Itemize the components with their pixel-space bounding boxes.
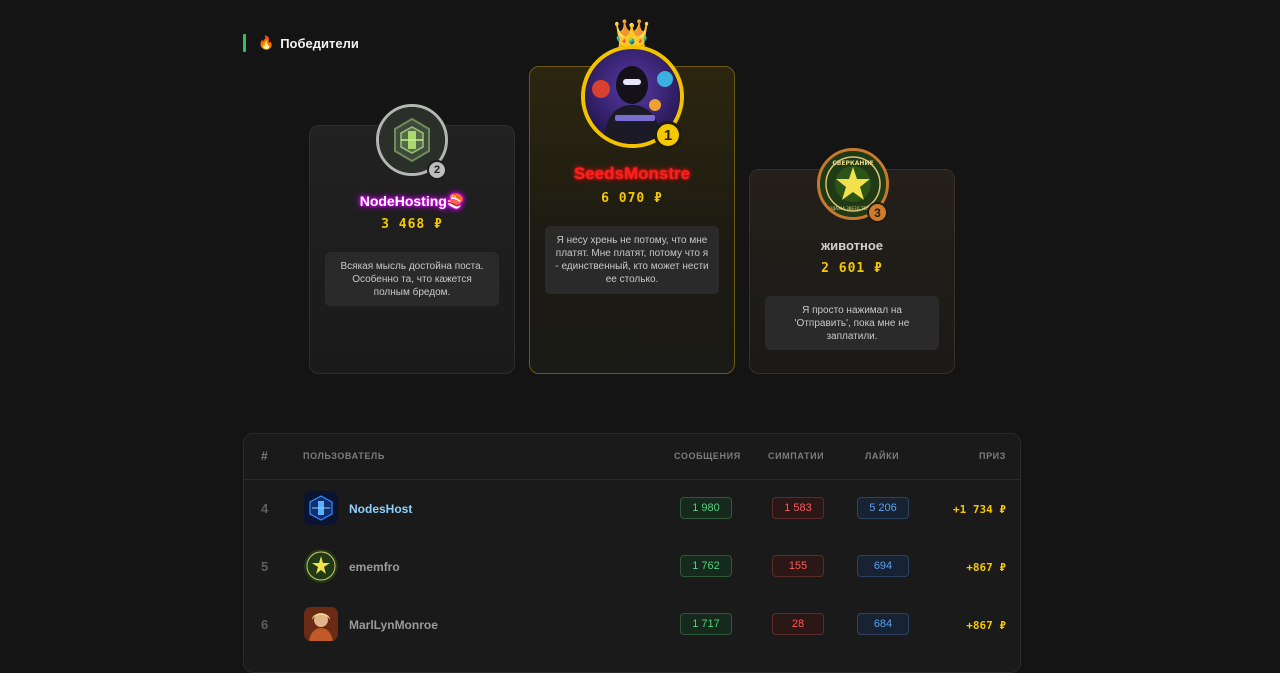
rank-badge-second: 2 (427, 160, 447, 180)
winner-prize-second: 3 468 ₽ (381, 217, 443, 232)
messages-pill: 1 980 (680, 497, 732, 519)
user-avatar[interactable] (304, 549, 338, 583)
winner-quote-third-text: Я просто нажимал на 'Отправить', пока мн… (794, 304, 910, 342)
header-prize: ПРИЗ (979, 451, 1006, 461)
winner-name-first[interactable]: SeedsMonstre (529, 164, 735, 184)
winner-prize-third: 2 601 ₽ (821, 261, 883, 276)
table-row[interactable]: 5 ememfro 1 762 155 694 +867 ₽ (244, 537, 1020, 595)
section-title: 🔥 Победители (243, 34, 359, 52)
winner-name-second[interactable]: NodeHosting🍣 (309, 193, 515, 210)
row-prize: +867 ₽ (966, 561, 1006, 574)
sympathies-pill: 155 (772, 555, 824, 577)
messages-pill: 1 762 (680, 555, 732, 577)
header-sympathies: СИМПАТИИ (768, 451, 825, 461)
user-name[interactable]: NodesHost (349, 502, 412, 516)
winner-quote-second-text: Всякая мысль достойна поста. Особенно та… (340, 260, 484, 298)
row-rank: 4 (261, 501, 269, 516)
user-name[interactable]: ememfro (349, 560, 400, 574)
row-rank: 6 (261, 617, 269, 632)
rank-badge-third: 3 (867, 202, 888, 223)
header-likes: ЛАЙКИ (865, 451, 900, 461)
header-rank: # (261, 449, 269, 463)
header-user: ПОЛЬЗОВАТЕЛЬ (303, 451, 385, 461)
likes-pill: 5 206 (857, 497, 909, 519)
winner-prize-first: 6 070 ₽ (601, 191, 663, 206)
winner-name-third[interactable]: животное (749, 238, 955, 253)
sympathies-pill: 1 583 (772, 497, 824, 519)
avatar-third-text-top: СВЕРКАНИЕ (832, 160, 873, 167)
likes-pill: 684 (857, 613, 909, 635)
winner-quote-second: Всякая мысль достойна поста. Особенно та… (325, 252, 499, 306)
winner-quote-first: Я несу хрень не потому, что мне платят. … (545, 226, 719, 294)
user-avatar[interactable] (304, 607, 338, 641)
table-row[interactable]: 6 MarlLynMonroe 1 717 28 684 +867 ₽ (244, 595, 1020, 653)
row-prize: +867 ₽ (966, 619, 1006, 632)
row-prize: +1 734 ₽ (953, 503, 1006, 516)
sympathies-pill: 28 (772, 613, 824, 635)
messages-pill: 1 717 (680, 613, 732, 635)
table-row[interactable]: 4 NodesHost 1 980 1 583 5 206 +1 734 ₽ (244, 479, 1020, 537)
likes-pill: 694 (857, 555, 909, 577)
user-avatar[interactable] (304, 491, 338, 525)
leaderboard-table: # ПОЛЬЗОВАТЕЛЬ СООБЩЕНИЯ СИМПАТИИ ЛАЙКИ … (243, 433, 1021, 673)
table-header: # ПОЛЬЗОВАТЕЛЬ СООБЩЕНИЯ СИМПАТИИ ЛАЙКИ … (244, 434, 1020, 480)
user-name[interactable]: MarlLynMonroe (349, 618, 438, 632)
row-rank: 5 (261, 559, 269, 574)
rank-badge-first: 1 (654, 121, 682, 149)
fire-icon: 🔥 (258, 35, 275, 50)
section-accent-bar (243, 34, 246, 52)
winner-quote-third: Я просто нажимал на 'Отправить', пока мн… (765, 296, 939, 350)
header-messages: СООБЩЕНИЯ (674, 451, 741, 461)
section-title-text: Победители (280, 35, 359, 51)
winner-quote-first-text: Я несу хрень не потому, что мне платят. … (555, 235, 709, 285)
